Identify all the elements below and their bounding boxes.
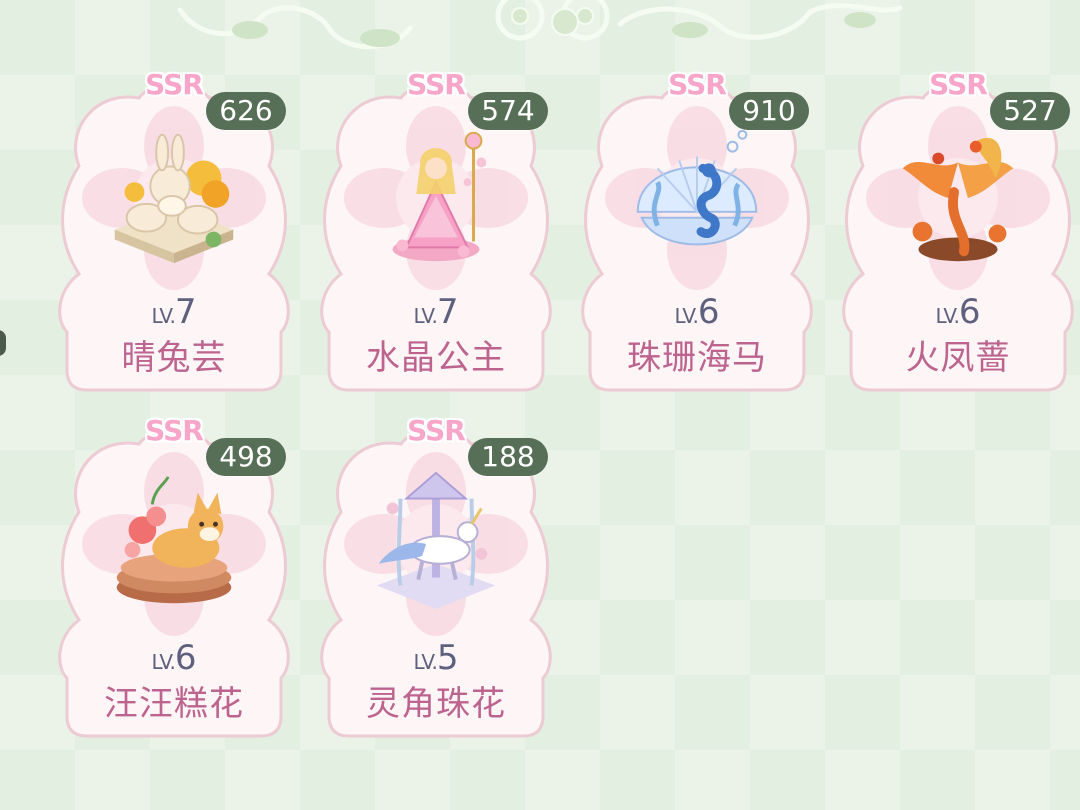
item-name: 珠珊海马 bbox=[627, 338, 767, 378]
level-value: 7 bbox=[436, 292, 459, 332]
level-prefix: LV. bbox=[674, 304, 698, 328]
rarity-badge: SSR bbox=[145, 414, 204, 447]
item-name: 火凤蔷 bbox=[905, 338, 1011, 378]
level-value: 7 bbox=[174, 292, 197, 332]
item-name: 水晶公主 bbox=[366, 338, 506, 378]
rarity-badge: SSR bbox=[407, 68, 466, 101]
crystal-princess-icon bbox=[392, 131, 487, 262]
level-value: 6 bbox=[958, 292, 981, 332]
item-card[interactable]: SSR 498 LV.6 汪汪糕花 bbox=[55, 414, 293, 742]
rarity-badge: SSR bbox=[407, 414, 466, 447]
item-name: 晴兔芸 bbox=[121, 338, 227, 378]
fire-phoenix-icon bbox=[902, 137, 1014, 262]
item-grid: SSR 626 LV.7 晴兔芸 SSR 574 LV.7 水晶公主 SSR 9… bbox=[55, 68, 1080, 770]
level-prefix: LV. bbox=[413, 304, 437, 328]
level-value: 6 bbox=[697, 292, 720, 332]
coral-seahorse-icon bbox=[636, 129, 758, 246]
top-floral-ornament bbox=[177, 0, 903, 50]
item-card[interactable]: SSR 626 LV.7 晴兔芸 bbox=[55, 68, 293, 396]
item-card[interactable]: SSR 574 LV.7 水晶公主 bbox=[317, 68, 555, 396]
level-prefix: LV. bbox=[151, 304, 175, 328]
level-row: LV.7 bbox=[317, 292, 555, 332]
item-name: 灵角珠花 bbox=[366, 684, 506, 724]
level-prefix: LV. bbox=[935, 304, 959, 328]
corgi-cake-icon bbox=[116, 476, 232, 604]
side-panel-handle[interactable] bbox=[0, 330, 6, 356]
item-name: 汪汪糕花 bbox=[104, 684, 244, 724]
rarity-badge: SSR bbox=[668, 68, 727, 101]
rarity-badge: SSR bbox=[145, 68, 204, 101]
level-prefix: LV. bbox=[413, 650, 437, 674]
level-row: LV.7 bbox=[55, 292, 293, 332]
item-card[interactable]: SSR 527 LV.6 火凤蔷 bbox=[839, 68, 1077, 396]
bunny-garden-icon bbox=[114, 133, 234, 264]
rarity-badge: SSR bbox=[929, 68, 988, 101]
item-card[interactable]: SSR 910 LV.6 珠珊海马 bbox=[578, 68, 816, 396]
level-row: LV.6 bbox=[839, 292, 1077, 332]
level-row: LV.5 bbox=[317, 638, 555, 678]
level-row: LV.6 bbox=[55, 638, 293, 678]
item-card[interactable]: SSR 188 LV.5 灵角珠花 bbox=[317, 414, 555, 742]
level-value: 5 bbox=[436, 638, 459, 678]
level-value: 6 bbox=[174, 638, 197, 678]
unicorn-carousel-icon bbox=[376, 471, 496, 610]
level-row: LV.6 bbox=[578, 292, 816, 332]
level-prefix: LV. bbox=[151, 650, 175, 674]
